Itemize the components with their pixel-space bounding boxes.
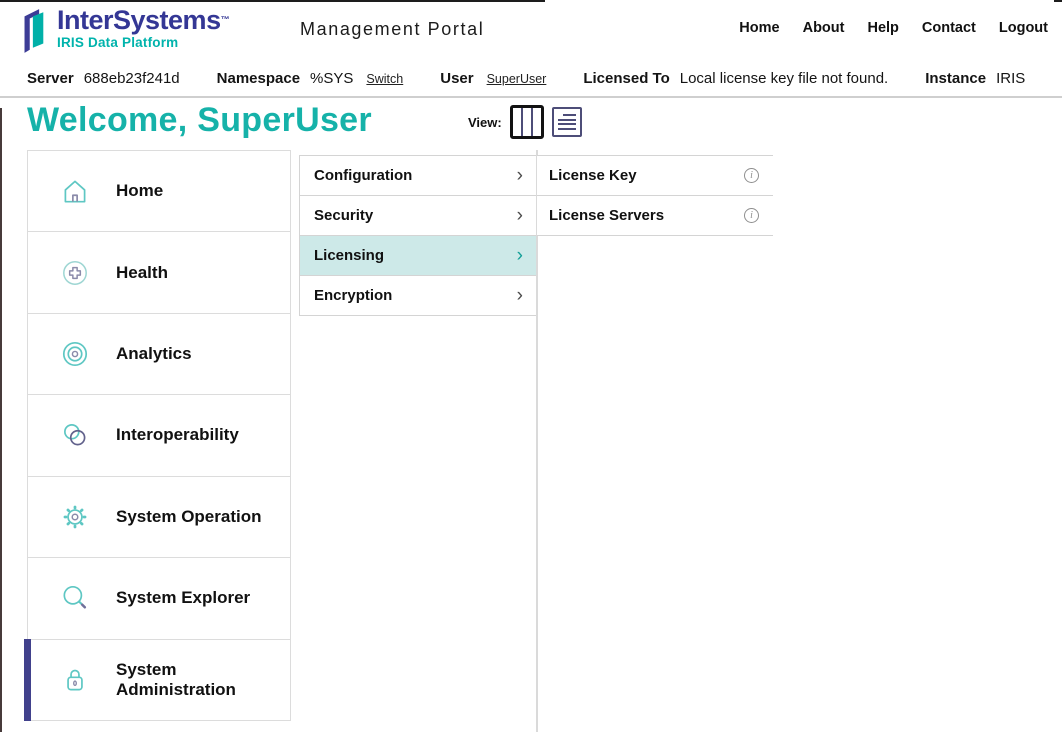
instance-label: Instance bbox=[925, 70, 986, 87]
server-value: 688eb23f241d bbox=[84, 70, 180, 87]
brand-name: InterSystems bbox=[57, 5, 221, 35]
home-icon bbox=[59, 175, 91, 207]
nav-home[interactable]: Home bbox=[739, 20, 779, 36]
nav-logout[interactable]: Logout bbox=[999, 20, 1048, 36]
sidebar-item-system-operation[interactable]: System Operation bbox=[27, 476, 291, 558]
sidebar-item-health[interactable]: Health bbox=[27, 231, 291, 313]
window-edge-left bbox=[0, 108, 2, 732]
instance-value: IRIS bbox=[996, 70, 1025, 87]
user-label: User bbox=[440, 70, 473, 87]
health-icon bbox=[59, 257, 91, 289]
brand-tagline: IRIS Data Platform bbox=[57, 35, 230, 50]
view-label: View: bbox=[468, 115, 502, 130]
system-administration-icon bbox=[59, 664, 91, 696]
admin-submenu: Configuration › Security › Licensing › E… bbox=[299, 155, 536, 316]
menu-item-license-servers[interactable]: License Servers i bbox=[537, 196, 773, 236]
chevron-right-icon: › bbox=[517, 246, 523, 265]
welcome-heading: Welcome, SuperUser bbox=[27, 101, 372, 140]
page-title: Management Portal bbox=[300, 19, 484, 40]
menu-item-configuration[interactable]: Configuration › bbox=[300, 156, 536, 196]
view-switcher: View: bbox=[468, 105, 582, 139]
menu-item-license-key[interactable]: License Key i bbox=[537, 156, 773, 196]
chevron-right-icon: › bbox=[517, 206, 523, 225]
intersystems-logo-icon bbox=[22, 7, 50, 55]
chevron-right-icon: › bbox=[517, 166, 523, 185]
licensed-to-label: Licensed To bbox=[583, 70, 669, 87]
brand-trademark: ™ bbox=[221, 15, 230, 25]
sidebar-item-interoperability[interactable]: Interoperability bbox=[27, 394, 291, 476]
columns-view-icon[interactable] bbox=[510, 105, 544, 139]
menu-item-encryption[interactable]: Encryption › bbox=[300, 276, 536, 316]
header: InterSystems™ IRIS Data Platform Managem… bbox=[0, 0, 1062, 60]
user-link[interactable]: SuperUser bbox=[487, 72, 547, 86]
sidebar-item-analytics[interactable]: Analytics bbox=[27, 313, 291, 395]
top-nav: Home About Help Contact Logout bbox=[739, 20, 1048, 36]
chevron-right-icon: › bbox=[517, 286, 523, 305]
namespace-value: %SYS bbox=[310, 70, 353, 87]
menu-item-licensing[interactable]: Licensing › bbox=[300, 236, 536, 276]
sidebar-item-system-explorer[interactable]: System Explorer bbox=[27, 557, 291, 639]
licensed-to-value: Local license key file not found. bbox=[680, 70, 888, 87]
switch-namespace-link[interactable]: Switch bbox=[366, 72, 403, 86]
sidebar-item-system-administration[interactable]: System Administration bbox=[27, 639, 291, 721]
column-divider bbox=[536, 150, 538, 732]
namespace-label: Namespace bbox=[217, 70, 300, 87]
nav-contact[interactable]: Contact bbox=[922, 20, 976, 36]
info-icon[interactable]: i bbox=[744, 208, 759, 223]
interoperability-icon bbox=[59, 419, 91, 451]
system-explorer-icon bbox=[59, 582, 91, 614]
intersystems-logo: InterSystems™ IRIS Data Platform bbox=[22, 7, 230, 55]
system-operation-icon bbox=[59, 501, 91, 533]
menu-item-security[interactable]: Security › bbox=[300, 196, 536, 236]
nav-about[interactable]: About bbox=[803, 20, 845, 36]
server-info-bar: Server 688eb23f241d Namespace %SYS Switc… bbox=[27, 62, 1062, 94]
licensing-submenu: License Key i License Servers i bbox=[537, 155, 773, 236]
sidebar-menu: Home Health Analytics Interoperability bbox=[27, 150, 291, 721]
nav-help[interactable]: Help bbox=[867, 20, 898, 36]
server-label: Server bbox=[27, 70, 74, 87]
analytics-icon bbox=[59, 338, 91, 370]
info-icon[interactable]: i bbox=[744, 168, 759, 183]
header-separator bbox=[0, 96, 1062, 98]
sidebar-item-home[interactable]: Home bbox=[27, 150, 291, 232]
list-view-icon[interactable] bbox=[552, 107, 582, 137]
